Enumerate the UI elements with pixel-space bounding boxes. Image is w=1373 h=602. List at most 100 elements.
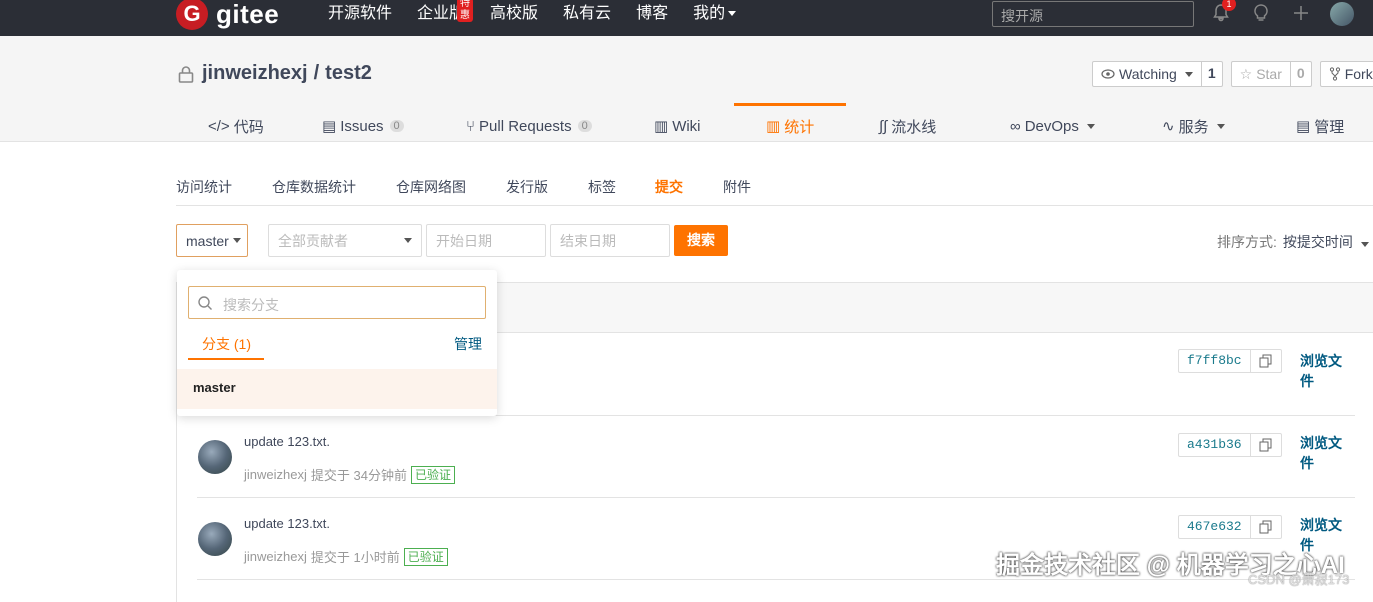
issues-icon: ▤ bbox=[322, 118, 337, 135]
commit-time: 提交于 1小时前 bbox=[310, 550, 400, 565]
search-icon bbox=[198, 296, 212, 310]
subtab-visits[interactable]: 访问统计 bbox=[176, 177, 232, 197]
commit-message[interactable]: update 123.txt. bbox=[244, 434, 330, 449]
global-search-input[interactable]: 搜开源 bbox=[992, 1, 1194, 27]
watch-count[interactable]: 1 bbox=[1202, 62, 1222, 86]
bar-chart-icon: ▥ bbox=[766, 118, 781, 135]
branch-select[interactable]: master bbox=[176, 224, 248, 257]
tab-pull-requests[interactable]: ⑂ Pull Requests 0 bbox=[466, 111, 592, 141]
user-avatar[interactable] bbox=[1330, 2, 1354, 26]
pull-request-icon: ⑂ bbox=[466, 117, 476, 135]
gitee-logo[interactable]: G gitee bbox=[176, 0, 279, 30]
fork-button[interactable]: Fork 0 bbox=[1319, 61, 1373, 87]
manage-branches-link[interactable]: 管理 bbox=[454, 334, 482, 354]
nav-private-cloud[interactable]: 私有云 bbox=[563, 4, 611, 24]
fork-label: Fork bbox=[1344, 66, 1373, 82]
tab-manage[interactable]: ▤ 管理 bbox=[1296, 111, 1344, 141]
subtab-releases[interactable]: 发行版 bbox=[506, 177, 548, 197]
tab-statistics[interactable]: ▥ 统计 bbox=[766, 111, 814, 141]
tab-pull-requests-label: Pull Requests bbox=[479, 117, 572, 135]
tab-manage-label: 管理 bbox=[1314, 118, 1345, 136]
chevron-down-icon bbox=[232, 238, 241, 243]
end-date-input[interactable]: 结束日期 bbox=[550, 224, 670, 257]
repo-title: jinweizhexj / test2 bbox=[176, 62, 372, 85]
commit-sha[interactable]: a431b36 bbox=[1179, 434, 1251, 456]
chevron-down-icon bbox=[1086, 123, 1095, 129]
browse-files-link[interactable]: 浏览文件 bbox=[1300, 433, 1355, 473]
repo-actions: Watching 1 ☆ Star 0 Fork 0 bbox=[1092, 61, 1373, 87]
browse-files-link[interactable]: 浏览文件 bbox=[1300, 351, 1355, 391]
stats-subtabs: 访问统计 仓库数据统计 仓库网络图 发行版 标签 提交 附件 bbox=[176, 177, 1373, 206]
verified-badge: 已验证 bbox=[410, 465, 455, 484]
subtab-tags[interactable]: 标签 bbox=[588, 177, 616, 197]
issues-count: 0 bbox=[389, 120, 404, 132]
search-button[interactable]: 搜索 bbox=[674, 225, 728, 256]
commit-message[interactable]: update 123.txt. bbox=[244, 516, 330, 531]
pipeline-icon: ∫∫ bbox=[879, 117, 888, 135]
infinity-icon: ∞ bbox=[1010, 117, 1021, 135]
star-button[interactable]: ☆ Star 0 bbox=[1230, 61, 1312, 87]
subtab-repo-data[interactable]: 仓库数据统计 bbox=[272, 177, 356, 197]
commit-sha-box: a431b36 bbox=[1178, 433, 1282, 457]
repo-header: jinweizhexj / test2 Watching 1 ☆ Star 0 … bbox=[0, 36, 1373, 142]
commit-author[interactable]: jinweizhexj bbox=[244, 549, 307, 564]
nav-blog[interactable]: 博客 bbox=[636, 4, 668, 24]
book-icon: ▥ bbox=[654, 118, 669, 135]
plus-icon[interactable] bbox=[1290, 3, 1312, 25]
lock-icon bbox=[178, 65, 194, 83]
commit-meta: jinweizhexj 提交于 1小时前 已验证 bbox=[244, 547, 448, 566]
hot-badge: 特惠 bbox=[457, 0, 474, 22]
contributor-select[interactable]: 全部贡献者 bbox=[268, 224, 422, 257]
repo-owner-link[interactable]: jinweizhexj bbox=[202, 62, 308, 85]
tab-devops[interactable]: ∞ DevOps bbox=[1010, 111, 1095, 141]
nav-mine-label: 我的 bbox=[693, 5, 726, 22]
copy-icon[interactable] bbox=[1251, 434, 1281, 456]
tab-issues-label: Issues bbox=[340, 117, 384, 135]
star-button-label: ☆ Star bbox=[1232, 62, 1291, 86]
tab-issues[interactable]: ▤ Issues 0 bbox=[322, 111, 404, 141]
commit-author[interactable]: jinweizhexj bbox=[244, 467, 307, 482]
copy-icon[interactable] bbox=[1251, 516, 1281, 538]
branches-tab[interactable]: 分支 (1) bbox=[202, 334, 251, 354]
tab-code[interactable]: </> 代码 bbox=[208, 111, 264, 141]
tab-services[interactable]: ∿ 服务 bbox=[1162, 111, 1225, 141]
pulse-icon: ∿ bbox=[1162, 118, 1175, 135]
bell-icon[interactable]: 1 bbox=[1210, 0, 1236, 25]
start-date-input[interactable]: 开始日期 bbox=[426, 224, 546, 257]
branch-select-value: master bbox=[186, 232, 229, 249]
tab-pipeline-label: 流水线 bbox=[891, 118, 937, 136]
nav-enterprise[interactable]: 企业版 特惠 bbox=[417, 0, 474, 24]
main-nav: 开源软件 企业版 特惠 高校版 私有云 博客 我的 bbox=[328, 0, 761, 24]
nav-education[interactable]: 高校版 bbox=[490, 4, 538, 24]
subtab-network[interactable]: 仓库网络图 bbox=[396, 177, 466, 197]
commit-sha-box: f7ff8bc bbox=[1178, 349, 1282, 373]
branch-dropdown: 搜索分支 分支 (1) 管理 master bbox=[177, 270, 497, 416]
repo-tabs: </> 代码 ▤ Issues 0 ⑂ Pull Requests 0 ▥ Wi… bbox=[176, 111, 1373, 141]
nav-open-source[interactable]: 开源软件 bbox=[328, 4, 392, 24]
notification-badge: 1 bbox=[1222, 0, 1236, 11]
branch-search-input[interactable]: 搜索分支 bbox=[188, 286, 486, 319]
commit-meta: jinweizhexj 提交于 34分钟前 已验证 bbox=[244, 465, 455, 484]
watch-button[interactable]: Watching 1 bbox=[1092, 61, 1223, 87]
copy-icon[interactable] bbox=[1251, 350, 1281, 372]
avatar[interactable] bbox=[198, 440, 232, 474]
tab-wiki[interactable]: ▥ Wiki bbox=[654, 111, 701, 141]
commit-sha[interactable]: 467e632 bbox=[1179, 516, 1251, 538]
lightbulb-icon[interactable] bbox=[1250, 3, 1272, 25]
subtab-commits[interactable]: 提交 bbox=[655, 177, 683, 197]
gitee-logo-text: gitee bbox=[216, 0, 280, 29]
commit-sha[interactable]: f7ff8bc bbox=[1179, 350, 1251, 372]
tab-pipeline[interactable]: ∫∫ 流水线 bbox=[879, 111, 936, 141]
sort-control[interactable]: 排序方式: 按提交时间 bbox=[1217, 232, 1369, 252]
nav-mine[interactable]: 我的 bbox=[693, 4, 737, 24]
repo-name-link[interactable]: test2 bbox=[325, 62, 372, 85]
branches-tab-indicator bbox=[188, 358, 264, 360]
branch-option[interactable]: master bbox=[177, 369, 497, 409]
star-count[interactable]: 0 bbox=[1291, 62, 1311, 86]
subtab-attachments[interactable]: 附件 bbox=[723, 177, 751, 197]
tab-devops-label: DevOps bbox=[1024, 117, 1079, 135]
avatar[interactable] bbox=[198, 522, 232, 556]
watermark-sub: CSDN @萧寂173 bbox=[1248, 572, 1350, 587]
chevron-down-icon bbox=[1360, 242, 1369, 247]
tab-services-label: 服务 bbox=[1178, 118, 1209, 136]
